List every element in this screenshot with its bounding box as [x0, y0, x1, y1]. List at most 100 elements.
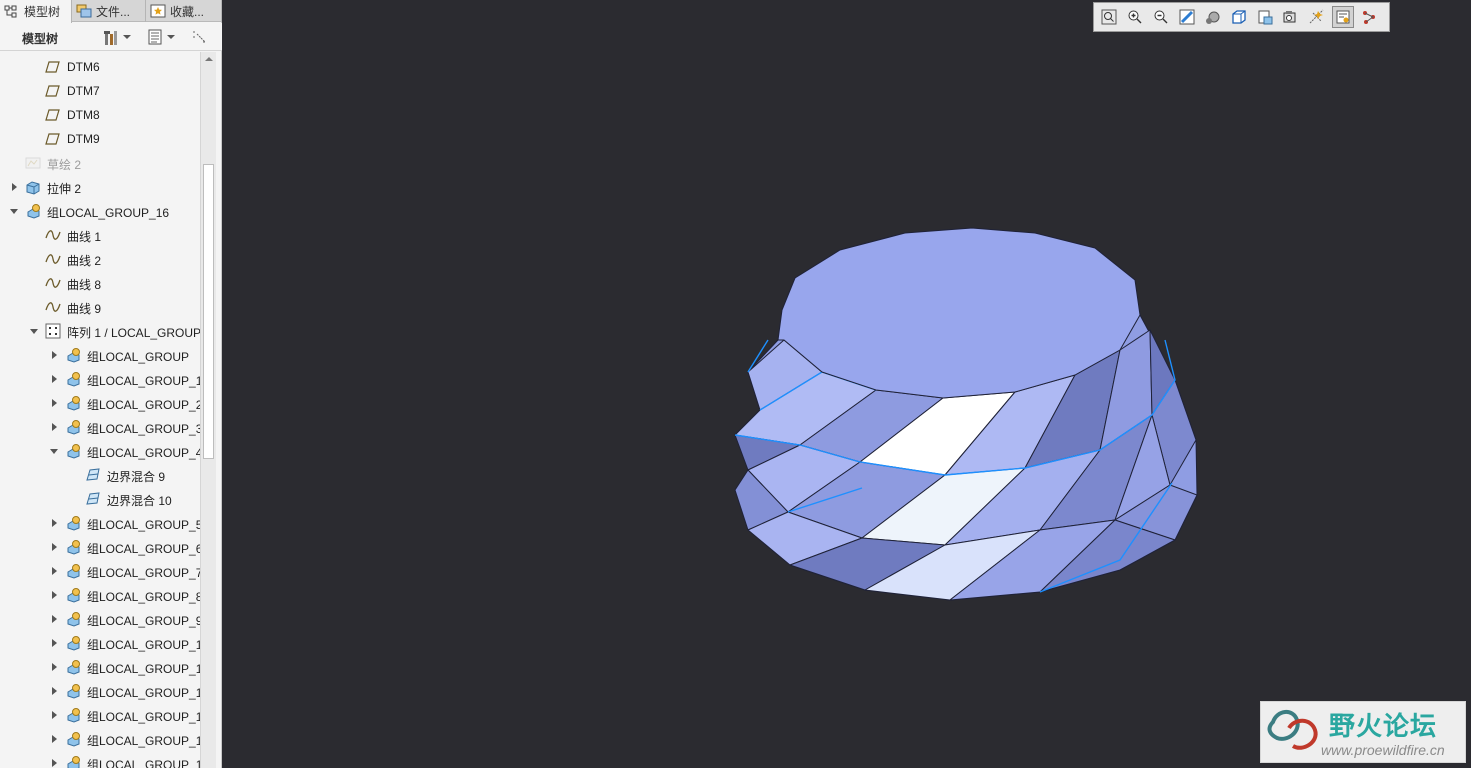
tree-item[interactable]: 曲线 1: [0, 223, 200, 247]
tab-model-tree[interactable]: 模型树: [0, 0, 72, 23]
group-icon: [65, 539, 81, 555]
tree-item-label: DTM8: [67, 108, 100, 122]
expand-arrow-icon[interactable]: [49, 350, 59, 360]
group-icon: [25, 203, 41, 219]
expand-arrow-icon[interactable]: [49, 734, 59, 744]
tree-item[interactable]: 组LOCAL_GROUP_3: [0, 415, 200, 439]
group-icon: [65, 419, 81, 435]
saved-orientations-button[interactable]: [1228, 6, 1250, 28]
zoom-out-button[interactable]: [1150, 6, 1172, 28]
sketch-icon: [25, 155, 41, 171]
tree-item[interactable]: 组LOCAL_GROUP_6: [0, 535, 200, 559]
tree-item[interactable]: 组LOCAL_GROUP_12: [0, 679, 200, 703]
collapse-arrow-icon[interactable]: [9, 206, 19, 216]
expand-arrow-icon[interactable]: [9, 182, 19, 192]
expand-arrow-icon[interactable]: [49, 662, 59, 672]
graphics-area[interactable]: [223, 0, 1471, 768]
expand-arrow-icon[interactable]: [49, 518, 59, 528]
tree-item[interactable]: DTM8: [0, 103, 200, 127]
tree-item[interactable]: 组LOCAL_GROUP_2: [0, 391, 200, 415]
annotation-display-button[interactable]: [1332, 6, 1354, 28]
refit-button[interactable]: [1098, 6, 1120, 28]
view-manager-button[interactable]: [1254, 6, 1276, 28]
expand-arrow-icon[interactable]: [49, 710, 59, 720]
collapse-arrow-icon[interactable]: [49, 446, 59, 456]
panel-tabs: 模型树 文件... 收藏...: [0, 0, 222, 23]
tab-favorites[interactable]: 收藏...: [146, 0, 222, 22]
tree-item-label: 组LOCAL_GROUP_15: [87, 758, 200, 768]
tree-item[interactable]: 组LOCAL_GROUP_8: [0, 583, 200, 607]
tree-item-label: 组LOCAL_GROUP_4: [87, 446, 200, 460]
display-style-button[interactable]: [1202, 6, 1224, 28]
spin-center-button[interactable]: [1358, 6, 1380, 28]
group-icon: [65, 371, 81, 387]
perspective-view-icon: [1283, 9, 1299, 25]
pattern-icon: [45, 323, 61, 339]
tree-item[interactable]: 边界混合 9: [0, 463, 200, 487]
tree-item[interactable]: 组LOCAL_GROUP_4: [0, 439, 200, 463]
expand-arrow-icon[interactable]: [49, 566, 59, 576]
expand-arrow-icon[interactable]: [49, 638, 59, 648]
expand-arrow-icon[interactable]: [49, 374, 59, 384]
tab-file-browser[interactable]: 文件...: [72, 0, 146, 22]
group-icon: [65, 611, 81, 627]
display-style-icon: [1205, 9, 1221, 25]
tree-scrollbar[interactable]: [200, 52, 216, 768]
tree-item[interactable]: DTM9: [0, 127, 200, 151]
tree-item-label: 组LOCAL_GROUP_2: [87, 398, 200, 412]
tree-item[interactable]: 曲线 2: [0, 247, 200, 271]
show-button[interactable]: [147, 27, 175, 47]
perspective-view-button[interactable]: [1280, 6, 1302, 28]
tree-item-label: 曲线 9: [67, 302, 102, 316]
tree-item[interactable]: 组LOCAL_GROUP_1: [0, 367, 200, 391]
tree-item[interactable]: 边界混合 10: [0, 487, 200, 511]
datum-plane-icon: [45, 59, 61, 75]
tree-toolbar: 模型树: [0, 23, 222, 51]
show-columns-icon: [147, 29, 163, 45]
tree-item[interactable]: 组LOCAL_GROUP_11: [0, 655, 200, 679]
tree-item-label: 组LOCAL_GROUP_7: [87, 566, 200, 580]
tree-item[interactable]: 组LOCAL_GROUP_10: [0, 631, 200, 655]
tree-item[interactable]: 曲线 8: [0, 271, 200, 295]
expand-arrow-icon[interactable]: [49, 542, 59, 552]
datum-display-filter-button[interactable]: [1306, 6, 1328, 28]
model-geometry[interactable]: [223, 0, 1471, 768]
tree-item[interactable]: 阵列 1 / LOCAL_GROUP: [0, 319, 200, 343]
tree-item-label: 组LOCAL_GROUP_5: [87, 518, 200, 532]
collapse-arrow-icon[interactable]: [29, 326, 39, 336]
tree-item[interactable]: 组LOCAL_GROUP: [0, 343, 200, 367]
expand-arrow-icon[interactable]: [49, 590, 59, 600]
tree-item[interactable]: 组LOCAL_GROUP_16: [0, 199, 200, 223]
scrollbar-thumb[interactable]: [203, 164, 214, 459]
extrude-icon: [25, 179, 41, 195]
tree-item[interactable]: 草绘 2: [0, 151, 200, 175]
scroll-up-arrow-icon[interactable]: [201, 52, 216, 67]
tree-item-label: 组LOCAL_GROUP_3: [87, 422, 200, 436]
repaint-button[interactable]: [1176, 6, 1198, 28]
curve-icon: [45, 227, 61, 243]
filter-button[interactable]: [192, 27, 208, 47]
tree-item[interactable]: 组LOCAL_GROUP_7: [0, 559, 200, 583]
tree-item[interactable]: DTM7: [0, 79, 200, 103]
expand-arrow-icon[interactable]: [49, 614, 59, 624]
zoom-in-button[interactable]: [1124, 6, 1146, 28]
expand-arrow-icon[interactable]: [49, 758, 59, 768]
tree-item[interactable]: DTM6: [0, 55, 200, 79]
expand-arrow-icon[interactable]: [49, 422, 59, 432]
settings-button[interactable]: [103, 27, 131, 47]
tree-item[interactable]: 组LOCAL_GROUP_9: [0, 607, 200, 631]
expand-arrow-icon[interactable]: [49, 398, 59, 408]
tab-label: 文件...: [96, 4, 131, 19]
tree-item[interactable]: 拉伸 2: [0, 175, 200, 199]
expand-arrow-icon[interactable]: [49, 686, 59, 696]
tree-item[interactable]: 组LOCAL_GROUP_5: [0, 511, 200, 535]
tree-item-label: 组LOCAL_GROUP_6: [87, 542, 200, 556]
tree-item[interactable]: 组LOCAL_GROUP_13: [0, 703, 200, 727]
tree-item-label: 组LOCAL_GROUP_12: [87, 686, 200, 700]
watermark-title: 野火论坛: [1329, 711, 1438, 741]
tree-item[interactable]: 组LOCAL_GROUP_15: [0, 751, 200, 768]
tree-item-label: 组LOCAL_GROUP_1: [87, 374, 200, 388]
tree-item-label: 组LOCAL_GROUP_10: [87, 638, 200, 652]
tree-item[interactable]: 曲线 9: [0, 295, 200, 319]
tree-item[interactable]: 组LOCAL_GROUP_14: [0, 727, 200, 751]
